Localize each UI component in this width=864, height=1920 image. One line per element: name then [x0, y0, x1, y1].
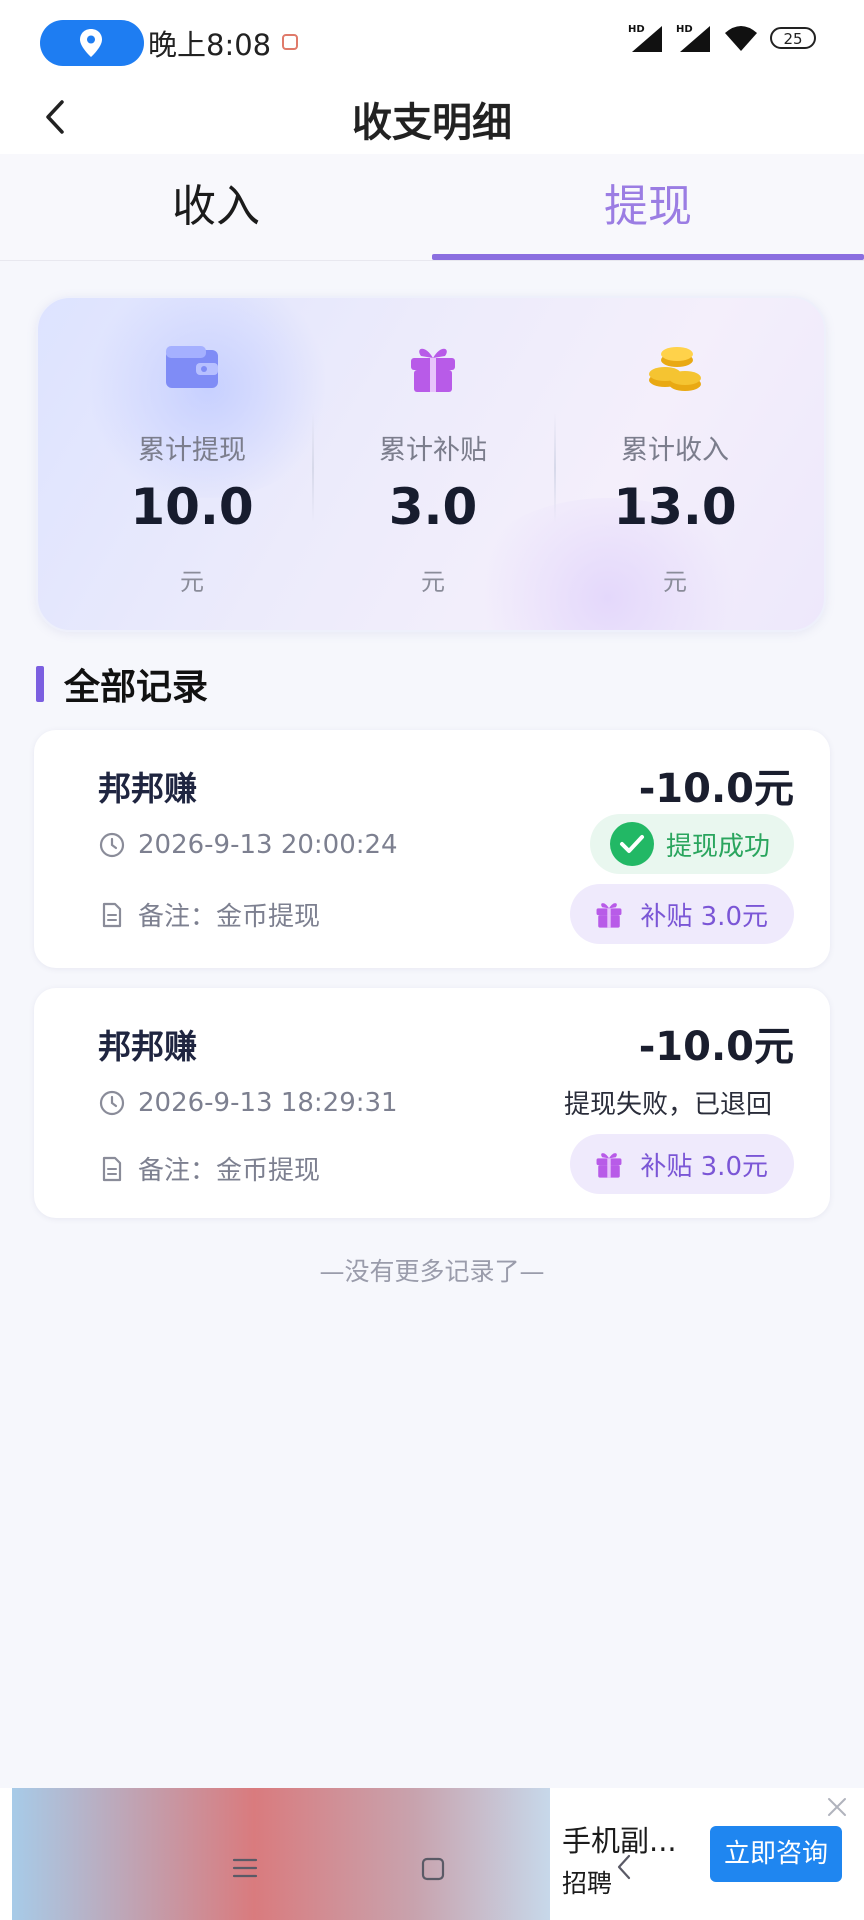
tab-bar: 收入 提现: [0, 154, 864, 261]
clock-icon: [99, 1090, 125, 1116]
ad-banner[interactable]: 手机副... 招聘 立即咨询: [0, 1788, 864, 1920]
record-amount: -10.0元: [638, 1024, 794, 1070]
record-card[interactable]: 邦邦赚 -10.0元 2026-9-13 20:00:24 备注：金币提现 提现…: [34, 730, 830, 968]
record-time: 2026-9-13 20:00:24: [138, 830, 398, 860]
home-icon[interactable]: [420, 1856, 446, 1882]
tab-income[interactable]: 收入: [0, 154, 432, 260]
location-pin-icon: [80, 29, 102, 57]
battery-indicator: 25: [770, 27, 816, 49]
record-time: 2026-9-13 18:29:31: [138, 1088, 398, 1118]
wallet-icon: [166, 346, 218, 388]
record-time-row: 2026-9-13 20:00:24: [98, 830, 398, 860]
stat-value: 13.0: [613, 478, 737, 536]
status-bar: 晚上8:08 HD HD 25: [0, 0, 864, 84]
wifi-icon: [725, 26, 757, 51]
record-time-row: 2026-9-13 18:29:31: [98, 1088, 398, 1118]
status-text: 提现成功: [665, 831, 770, 862]
stat-total-withdraw: 累计提现 10.0 元: [72, 298, 312, 630]
ad-image[interactable]: [12, 1788, 550, 1920]
section-title: 全部记录: [64, 667, 209, 708]
signal-icon: HD: [628, 24, 662, 52]
notification-icon: [282, 34, 298, 50]
gift-icon: [411, 348, 455, 392]
record-note: 备注：金币提现: [138, 902, 321, 932]
record-note-row: 备注：金币提现: [98, 896, 320, 933]
record-note-row: 备注：金币提现: [98, 1150, 320, 1187]
subsidy-badge: 补贴 3.0元: [570, 884, 794, 944]
page-title: 收支明细: [352, 100, 512, 146]
back-icon[interactable]: [612, 1852, 636, 1882]
network-label-2: HD: [676, 24, 693, 35]
title-bar: 收支明细: [0, 84, 864, 154]
stat-value: 3.0: [388, 478, 478, 536]
summary-card: 累计提现 10.0 元 累计补贴 3.0 元 累计收入 13.0 元: [36, 296, 826, 632]
status-time: 晚上8:08: [148, 28, 272, 62]
subsidy-badge: 补贴 3.0元: [570, 1134, 794, 1194]
status-text-failed: 提现失败，已退回: [563, 1090, 772, 1120]
document-icon: [102, 1156, 122, 1181]
record-name: 邦邦赚: [98, 769, 197, 808]
stat-total-subsidy: 累计补贴 3.0 元: [313, 298, 553, 630]
stat-label: 累计补贴: [379, 435, 487, 466]
gift-icon: [596, 1153, 622, 1178]
subsidy-text: 补贴 3.0元: [640, 901, 768, 932]
record-note: 备注：金币提现: [138, 1156, 321, 1186]
close-icon[interactable]: [824, 1794, 850, 1820]
section-header: 全部记录: [36, 660, 208, 708]
stat-value: 10.0: [130, 478, 254, 536]
no-more-records: —没有更多记录了—: [319, 1257, 545, 1286]
document-icon: [102, 902, 122, 927]
stat-label: 累计收入: [621, 435, 729, 466]
stat-unit: 元: [421, 568, 445, 596]
section-accent-bar: [36, 666, 44, 702]
record-name: 邦邦赚: [98, 1027, 197, 1066]
stat-label: 累计提现: [138, 435, 246, 466]
signal-icon-2: HD: [676, 24, 710, 52]
menu-icon[interactable]: [232, 1856, 258, 1880]
location-indicator: [40, 20, 144, 66]
network-label: HD: [628, 24, 645, 35]
record-card[interactable]: 邦邦赚 -10.0元 2026-9-13 18:29:31 备注：金币提现 提现…: [34, 988, 830, 1218]
check-circle-icon: [609, 822, 654, 866]
stat-unit: 元: [180, 568, 204, 596]
tab-withdraw[interactable]: 提现: [432, 154, 864, 260]
stat-total-income: 累计收入 13.0 元: [555, 298, 795, 630]
ad-consult-button[interactable]: 立即咨询: [710, 1826, 842, 1882]
active-tab-indicator: [432, 254, 864, 260]
stat-unit: 元: [663, 568, 687, 596]
clock-icon: [99, 832, 125, 858]
ad-subtitle[interactable]: 招聘: [562, 1864, 612, 1900]
gift-icon: [596, 903, 622, 928]
status-badge-success: 提现成功: [589, 814, 794, 874]
record-amount: -10.0元: [638, 766, 794, 812]
coins-icon: [649, 347, 701, 391]
subsidy-text: 补贴 3.0元: [640, 1151, 768, 1182]
